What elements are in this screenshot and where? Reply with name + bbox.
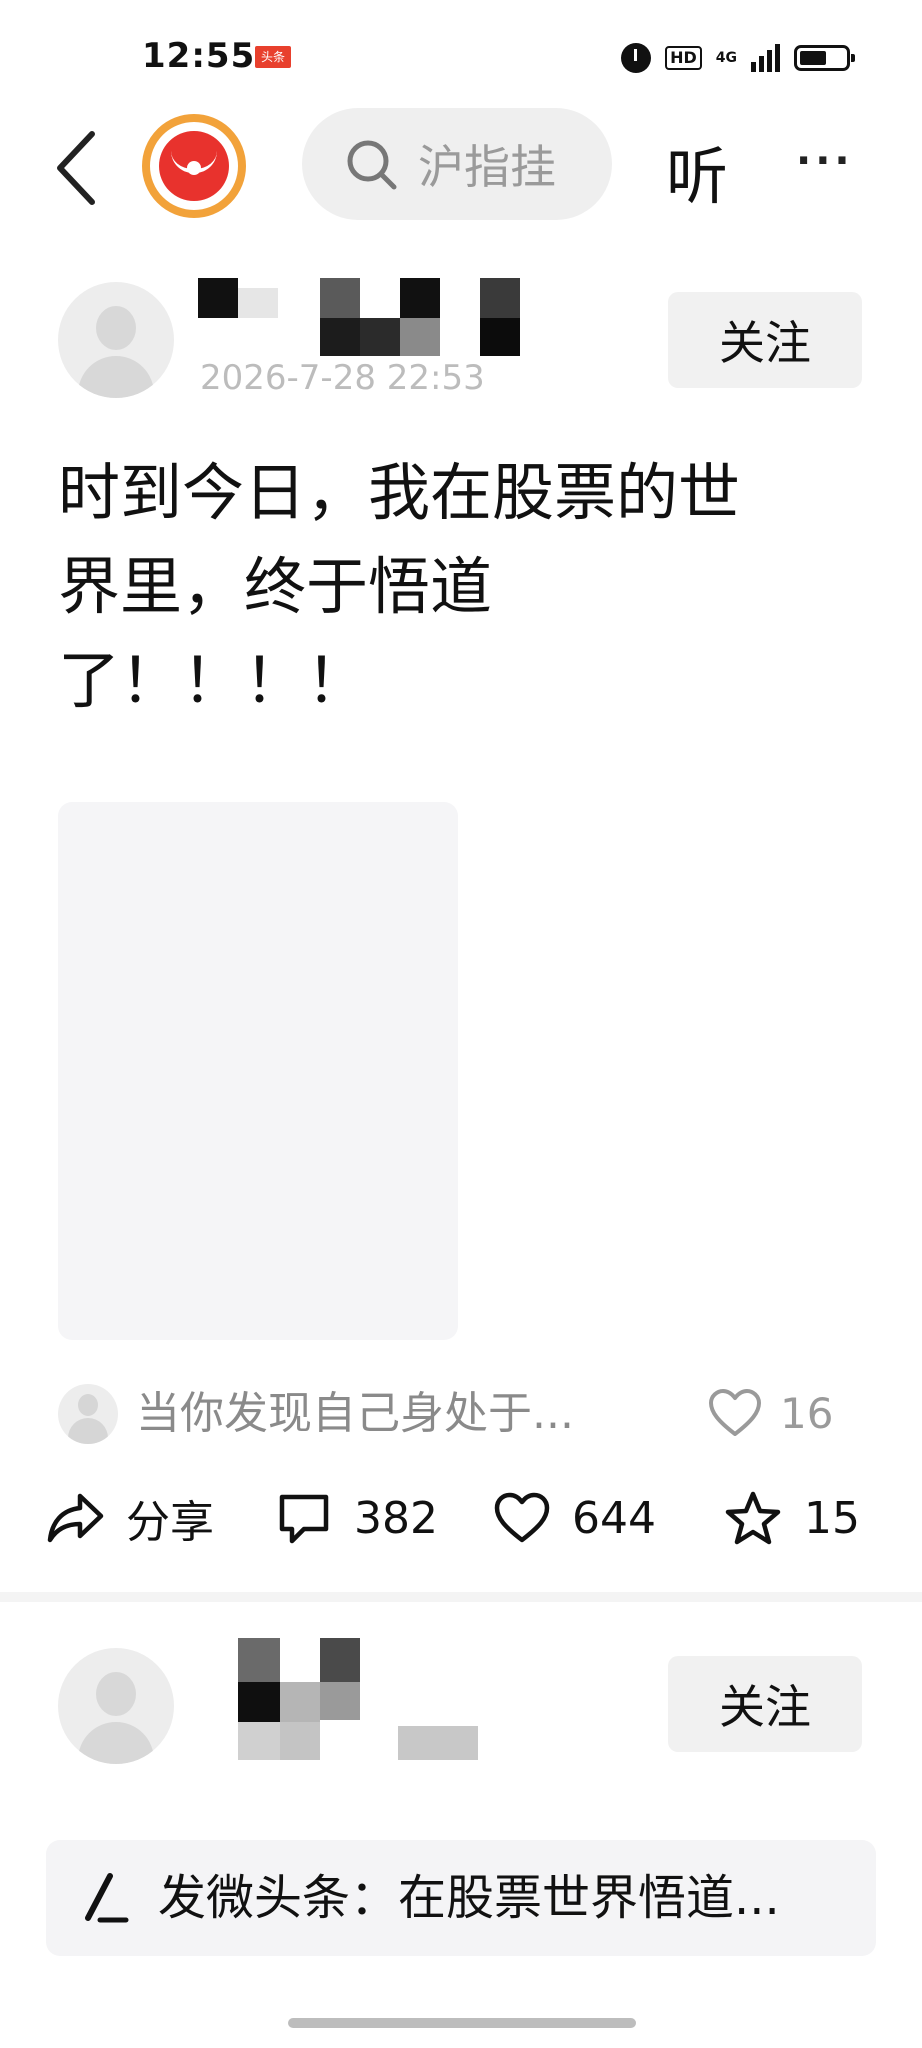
listen-button[interactable]: 听	[666, 126, 728, 216]
compose-bar[interactable]: 发微头条：在股票世界悟道...	[46, 1840, 876, 1956]
signal-icon	[751, 44, 780, 72]
author-avatar[interactable]	[58, 282, 174, 398]
heart-icon	[494, 1492, 550, 1543]
compose-text: 发微头条：在股票世界悟道...	[158, 1870, 780, 1926]
comment-button[interactable]: 382	[276, 1490, 438, 1546]
top-comment-text: 当你发现自己身处于...	[136, 1388, 574, 1439]
second-user-avatar[interactable]	[58, 1648, 174, 1764]
post-text: 时到今日，我在股票的世 界里，终于悟道 了！！！！	[58, 456, 741, 717]
hd-icon: HD	[665, 46, 702, 70]
battery-icon	[794, 45, 855, 71]
search-icon	[347, 140, 397, 190]
status-icons: HD 4G	[621, 38, 855, 78]
pencil-icon	[85, 1873, 129, 1923]
chevron-left-icon	[57, 131, 95, 205]
follow-button[interactable]: 关注	[668, 292, 862, 388]
section-divider	[0, 1592, 922, 1602]
second-follow-button[interactable]: 关注	[668, 1656, 862, 1752]
comment-avatar	[58, 1384, 118, 1444]
home-indicator[interactable]	[288, 2018, 636, 2028]
comment-count: 382	[354, 1492, 438, 1544]
comment-icon	[279, 1494, 329, 1544]
red-packet-logo-icon[interactable]	[142, 114, 246, 218]
back-button[interactable]	[50, 128, 110, 208]
like-button[interactable]: 644	[494, 1490, 656, 1546]
star-icon	[725, 1491, 781, 1545]
share-label: 分享	[126, 1497, 214, 1548]
share-icon	[47, 1493, 104, 1543]
comment-like-count: 16	[780, 1389, 834, 1438]
share-button[interactable]: 分享	[46, 1490, 214, 1548]
top-comment-preview[interactable]: 当你发现自己身处于... 16	[58, 1384, 858, 1444]
action-bar: 分享 382 644 15	[46, 1490, 876, 1548]
post-image-placeholder[interactable]	[58, 802, 458, 1340]
search-bar[interactable]: 沪指挂	[302, 108, 612, 220]
status-time: 12:55	[142, 36, 256, 76]
alarm-icon	[621, 43, 652, 73]
favorite-button[interactable]: 15	[724, 1490, 860, 1546]
favorite-count: 15	[804, 1492, 860, 1544]
app-notification-badge: 头条	[255, 46, 291, 68]
more-options-button[interactable]: ···	[796, 138, 854, 184]
post-date: 2026-7-28 22:53	[200, 358, 485, 398]
author-name-pixelated[interactable]	[198, 278, 524, 360]
heart-icon[interactable]	[708, 1388, 762, 1438]
search-placeholder: 沪指挂	[418, 140, 556, 194]
second-user-name-pixelated[interactable]	[238, 1638, 484, 1762]
like-count: 644	[572, 1492, 656, 1544]
network-type-label: 4G	[715, 50, 737, 66]
